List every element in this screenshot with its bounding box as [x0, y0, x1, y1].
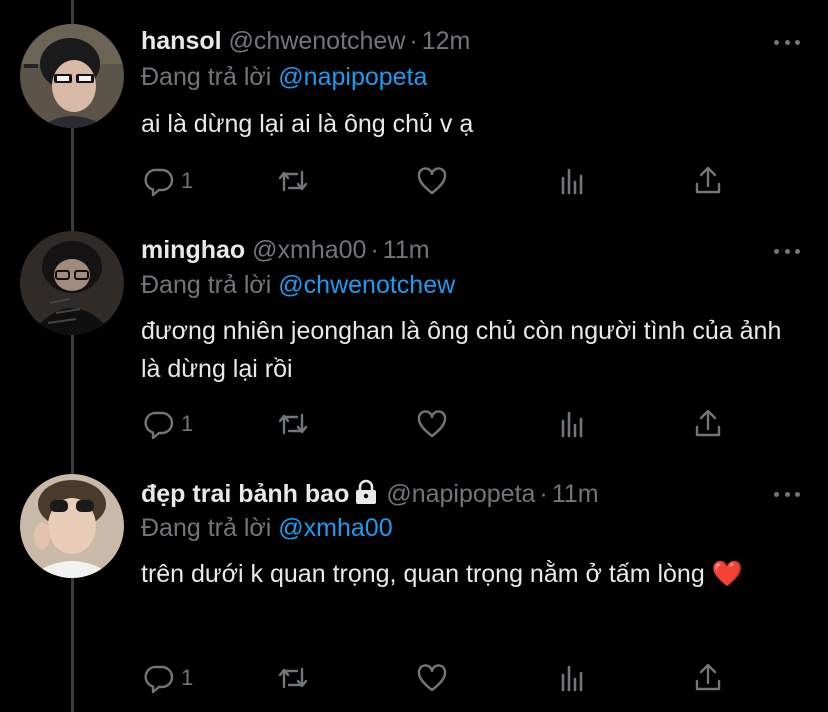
- replying-to-mention[interactable]: @chwenotchew: [278, 271, 455, 299]
- tweet-hansol[interactable]: hansol @chwenotchew · 12m Đang trả lời @na…: [0, 0, 828, 225]
- avatar-napipopeta[interactable]: [20, 474, 124, 578]
- share-icon: [695, 663, 721, 691]
- more-icon: [774, 248, 779, 254]
- separator-dot: ·: [409, 27, 418, 55]
- replying-to: Đang trả lời @napipopeta: [141, 62, 427, 92]
- avatar-minghao[interactable]: [20, 231, 124, 335]
- display-name[interactable]: hansol: [141, 27, 222, 55]
- more-options-button[interactable]: [774, 38, 800, 46]
- analytics-icon: [561, 665, 583, 692]
- tweet-header: đẹp trai bảnh bao @napipopeta · 11m: [141, 479, 599, 509]
- replying-to-label: Đang trả lời: [141, 514, 272, 542]
- display-name[interactable]: minghao: [141, 236, 245, 264]
- reply-icon: [144, 411, 174, 440]
- replying-to-label: Đang trả lời: [141, 271, 272, 299]
- user-handle[interactable]: @napipopeta: [386, 480, 535, 508]
- reply-count: 1: [181, 411, 194, 436]
- tweet-text: ai là dừng lại ai là ông chủ v ạ: [141, 110, 474, 138]
- tweet-actions: 1: [141, 661, 741, 695]
- avatar-image: [20, 474, 124, 578]
- more-icon: [774, 491, 779, 497]
- replying-to: Đang trả lời @chwenotchew: [141, 270, 455, 300]
- like-button[interactable]: [415, 661, 449, 695]
- lock-icon: [356, 479, 377, 504]
- reply-icon: [144, 665, 174, 694]
- avatar-image: [20, 24, 124, 128]
- retweet-icon: [278, 170, 308, 192]
- tweet-napipopeta[interactable]: đẹp trai bảnh bao @napipopeta · 11m Đang t…: [0, 468, 828, 712]
- display-name[interactable]: đẹp trai bảnh bao: [141, 480, 349, 508]
- separator-dot: ·: [370, 236, 379, 264]
- timestamp[interactable]: 12m: [422, 27, 471, 55]
- retweet-button[interactable]: [275, 661, 311, 695]
- reply-button[interactable]: 1: [141, 407, 193, 441]
- share-icon: [695, 409, 721, 437]
- like-button[interactable]: [415, 164, 449, 198]
- analytics-icon: [561, 168, 583, 195]
- share-button[interactable]: [691, 407, 725, 441]
- tweet-actions: 1: [141, 407, 741, 441]
- like-button[interactable]: [415, 407, 449, 441]
- tweet-header: hansol @chwenotchew · 12m: [141, 26, 470, 56]
- separator-dot: ·: [539, 480, 548, 508]
- heart-icon: [417, 167, 447, 195]
- replying-to: Đang trả lời @xmha00: [141, 513, 393, 543]
- tweet-text: trên dưới k quan trọng, quan trọng nằm ở…: [141, 560, 743, 588]
- avatar-hansol[interactable]: [20, 24, 124, 128]
- reply-button[interactable]: 1: [141, 164, 193, 198]
- tweet-text: đương nhiên jeonghan là ông chủ còn ngườ…: [141, 317, 782, 383]
- more-options-button[interactable]: [774, 247, 800, 255]
- reply-count: 1: [181, 665, 194, 690]
- retweet-icon: [278, 667, 308, 689]
- timestamp[interactable]: 11m: [552, 480, 599, 508]
- reply-icon: [144, 168, 174, 197]
- share-icon: [695, 166, 721, 194]
- analytics-button[interactable]: [555, 407, 589, 441]
- analytics-icon: [561, 411, 583, 438]
- analytics-button[interactable]: [555, 661, 589, 695]
- retweet-button[interactable]: [275, 164, 311, 198]
- share-button[interactable]: [691, 164, 725, 198]
- tweet-minghao[interactable]: minghao @xmha00 · 11m Đang trả lời @chweno…: [0, 225, 828, 468]
- tweet-actions: 1: [141, 164, 741, 198]
- share-button[interactable]: [691, 661, 725, 695]
- avatar-image: [20, 231, 124, 335]
- timestamp[interactable]: 11m: [383, 236, 430, 264]
- user-handle[interactable]: @chwenotchew: [229, 27, 406, 55]
- heart-icon: [417, 664, 447, 692]
- replying-to-mention[interactable]: @xmha00: [278, 514, 392, 542]
- analytics-button[interactable]: [555, 164, 589, 198]
- more-icon: [774, 39, 779, 45]
- replying-to-mention[interactable]: @napipopeta: [278, 63, 427, 91]
- replying-to-label: Đang trả lời: [141, 63, 272, 91]
- heart-icon: [417, 410, 447, 438]
- tweet-header: minghao @xmha00 · 11m: [141, 235, 430, 265]
- more-options-button[interactable]: [774, 490, 800, 498]
- reply-button[interactable]: 1: [141, 661, 193, 695]
- retweet-icon: [278, 413, 308, 435]
- reply-count: 1: [181, 168, 194, 193]
- user-handle[interactable]: @xmha00: [252, 236, 366, 264]
- retweet-button[interactable]: [275, 407, 311, 441]
